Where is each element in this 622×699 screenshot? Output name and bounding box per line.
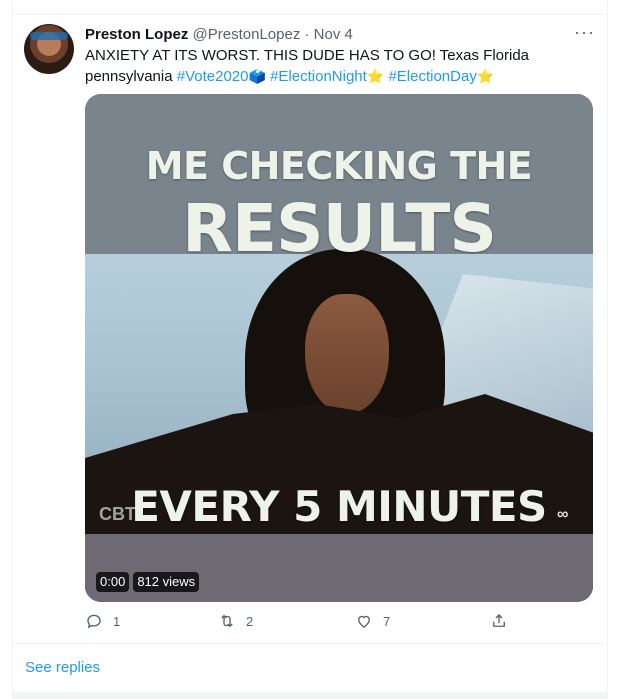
- video-views: 812 views: [133, 572, 200, 592]
- character-face: [305, 294, 389, 414]
- retweet-count: 2: [246, 613, 254, 629]
- avatar[interactable]: [24, 24, 74, 74]
- more-options-icon[interactable]: ···: [574, 22, 595, 43]
- video-player[interactable]: ME CHECKING THE RESULTS EVERY 5 MINUTES …: [85, 94, 593, 602]
- see-replies-link[interactable]: See replies: [25, 659, 100, 676]
- reply-icon: [87, 614, 101, 629]
- star-icon: ⭐: [366, 68, 385, 84]
- author-handle[interactable]: @PrestonLopez: [193, 26, 301, 43]
- hashtag-electionday[interactable]: #ElectionDay: [388, 68, 476, 85]
- share-button[interactable]: [490, 612, 508, 630]
- hashtag-vote2020[interactable]: #Vote2020: [177, 68, 249, 85]
- meme-caption-top: ME CHECKING THE: [145, 144, 533, 188]
- meme-caption-bottom: EVERY 5 MINUTES: [131, 482, 547, 531]
- separator-dot: ·: [304, 26, 310, 43]
- retweet-button[interactable]: 2: [218, 612, 253, 630]
- top-divider: [12, 14, 608, 15]
- hashtag-electionnight[interactable]: #ElectionNight: [270, 68, 367, 85]
- like-button[interactable]: 7: [355, 612, 390, 630]
- like-count: 7: [383, 613, 391, 629]
- bottom-edge: [12, 692, 608, 699]
- tweet-actions: 1 2 7: [85, 612, 515, 632]
- tweet-header: Preston Lopez @PrestonLopez · Nov 4: [85, 26, 353, 43]
- tweet-text-line1: ANXIETY AT ITS WORST. THIS DUDE HAS TO G…: [85, 47, 530, 64]
- watermark-right-icon: ∞: [557, 506, 569, 523]
- footer-divider: [12, 643, 608, 644]
- tweet-text: ANXIETY AT ITS WORST. THIS DUDE HAS TO G…: [85, 46, 585, 87]
- tweet-date[interactable]: Nov 4: [314, 26, 353, 43]
- video-duration: 0:00: [96, 572, 130, 592]
- reply-count: 1: [113, 613, 121, 629]
- video-badge: 0:00 812 views: [96, 572, 200, 592]
- reply-button[interactable]: 1: [85, 612, 120, 630]
- author-name[interactable]: Preston Lopez: [85, 26, 188, 43]
- tweet-text-line2: pennsylvania: [85, 68, 173, 85]
- share-icon: [493, 614, 505, 627]
- retweet-icon: [221, 614, 233, 628]
- star-icon: ⭐: [476, 68, 495, 84]
- watermark-left: CBT: [99, 504, 136, 524]
- ballot-box-icon: 🗳️: [248, 68, 266, 84]
- heart-icon: [358, 615, 370, 628]
- meme-caption-main: RESULTS: [182, 190, 497, 267]
